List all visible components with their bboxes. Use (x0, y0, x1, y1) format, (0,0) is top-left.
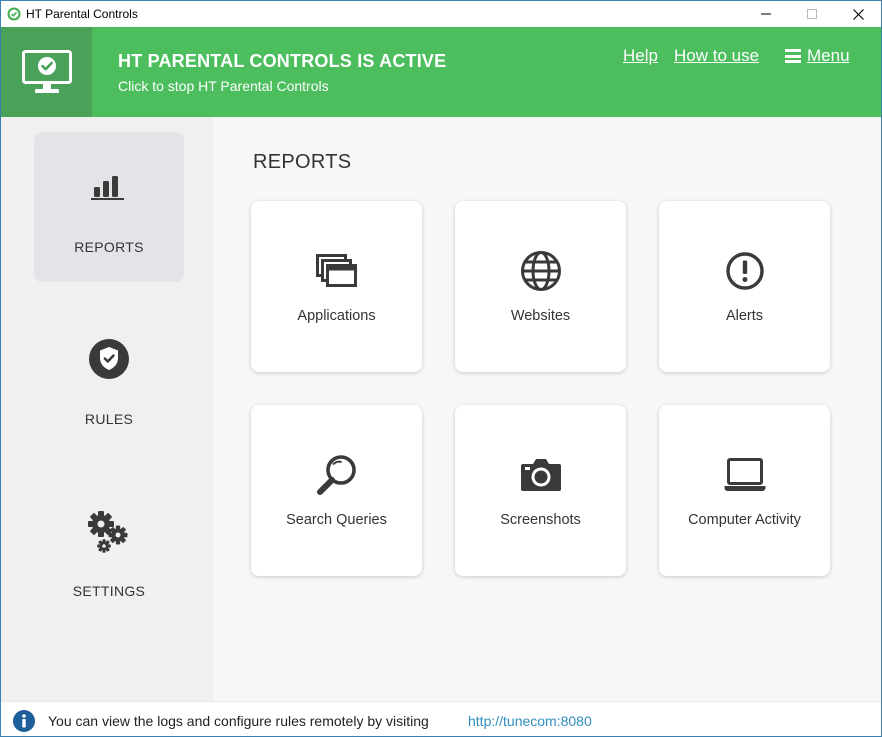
help-link[interactable]: Help (623, 46, 658, 66)
remote-access-link[interactable]: http://tunecom:8080 (468, 713, 592, 729)
card-screenshots[interactable]: Screenshots (455, 405, 626, 576)
title-bar[interactable]: HT Parental Controls (1, 1, 881, 27)
monitor-check-icon (21, 50, 72, 93)
sidebar-item-label: RULES (84, 411, 134, 427)
stop-controls-link[interactable]: Click to stop HT Parental Controls (118, 78, 329, 94)
info-footer: You can view the logs and configure rule… (1, 701, 881, 736)
sidebar-item-settings[interactable]: SETTINGS (34, 476, 184, 626)
page-title: REPORTS (253, 151, 352, 173)
info-icon (13, 710, 35, 732)
sidebar-item-label: REPORTS (74, 239, 144, 255)
hamburger-icon (785, 49, 801, 63)
status-icon-box (1, 27, 92, 117)
card-computer-activity[interactable]: Computer Activity (659, 405, 830, 576)
app-logo-icon (7, 7, 21, 21)
globe-icon (520, 251, 561, 291)
footer-message: You can view the logs and configure rule… (48, 713, 429, 729)
maximize-button[interactable] (789, 1, 835, 27)
sidebar: REPORTS RULES SETTINGS (1, 117, 213, 701)
status-title: HT PARENTAL CONTROLS IS ACTIVE (118, 51, 447, 71)
close-button[interactable] (835, 1, 881, 27)
laptop-icon (724, 458, 765, 491)
card-websites[interactable]: Websites (455, 201, 626, 372)
close-icon (852, 8, 864, 20)
bar-chart-icon (91, 176, 124, 200)
card-applications[interactable]: Applications (251, 201, 422, 372)
sidebar-item-reports[interactable]: REPORTS (34, 132, 184, 282)
maximize-icon (807, 9, 817, 19)
magnifier-icon (316, 455, 356, 495)
minimize-button[interactable] (743, 1, 789, 27)
card-label: Screenshots (500, 512, 581, 528)
menu-label: Menu (807, 46, 850, 65)
card-alerts[interactable]: Alerts (659, 201, 830, 372)
app-window: HT Parental Controls HT PARENTAL CONTROL… (0, 0, 882, 737)
alert-circle-icon (725, 252, 764, 290)
status-header[interactable]: HT PARENTAL CONTROLS IS ACTIVE Click to … (1, 27, 881, 117)
window-title: HT Parental Controls (26, 7, 138, 21)
card-label: Search Queries (286, 512, 387, 528)
minimize-icon (761, 13, 771, 15)
sidebar-item-rules[interactable]: RULES (34, 304, 184, 454)
card-label: Websites (510, 308, 571, 324)
sidebar-item-label: SETTINGS (72, 583, 146, 599)
how-to-use-link[interactable]: How to use (674, 46, 759, 66)
shield-check-icon (89, 339, 129, 379)
card-label: Alerts (725, 308, 764, 324)
card-search-queries[interactable]: Search Queries (251, 405, 422, 576)
menu-button[interactable]: Menu (785, 46, 850, 66)
card-label: Applications (297, 308, 376, 324)
main-content: REPORTS Applications Websites Alerts Sea… (213, 117, 881, 701)
camera-icon (520, 459, 561, 491)
windows-stack-icon (315, 254, 357, 287)
card-label: Computer Activity (688, 512, 801, 528)
gears-icon (88, 511, 128, 553)
